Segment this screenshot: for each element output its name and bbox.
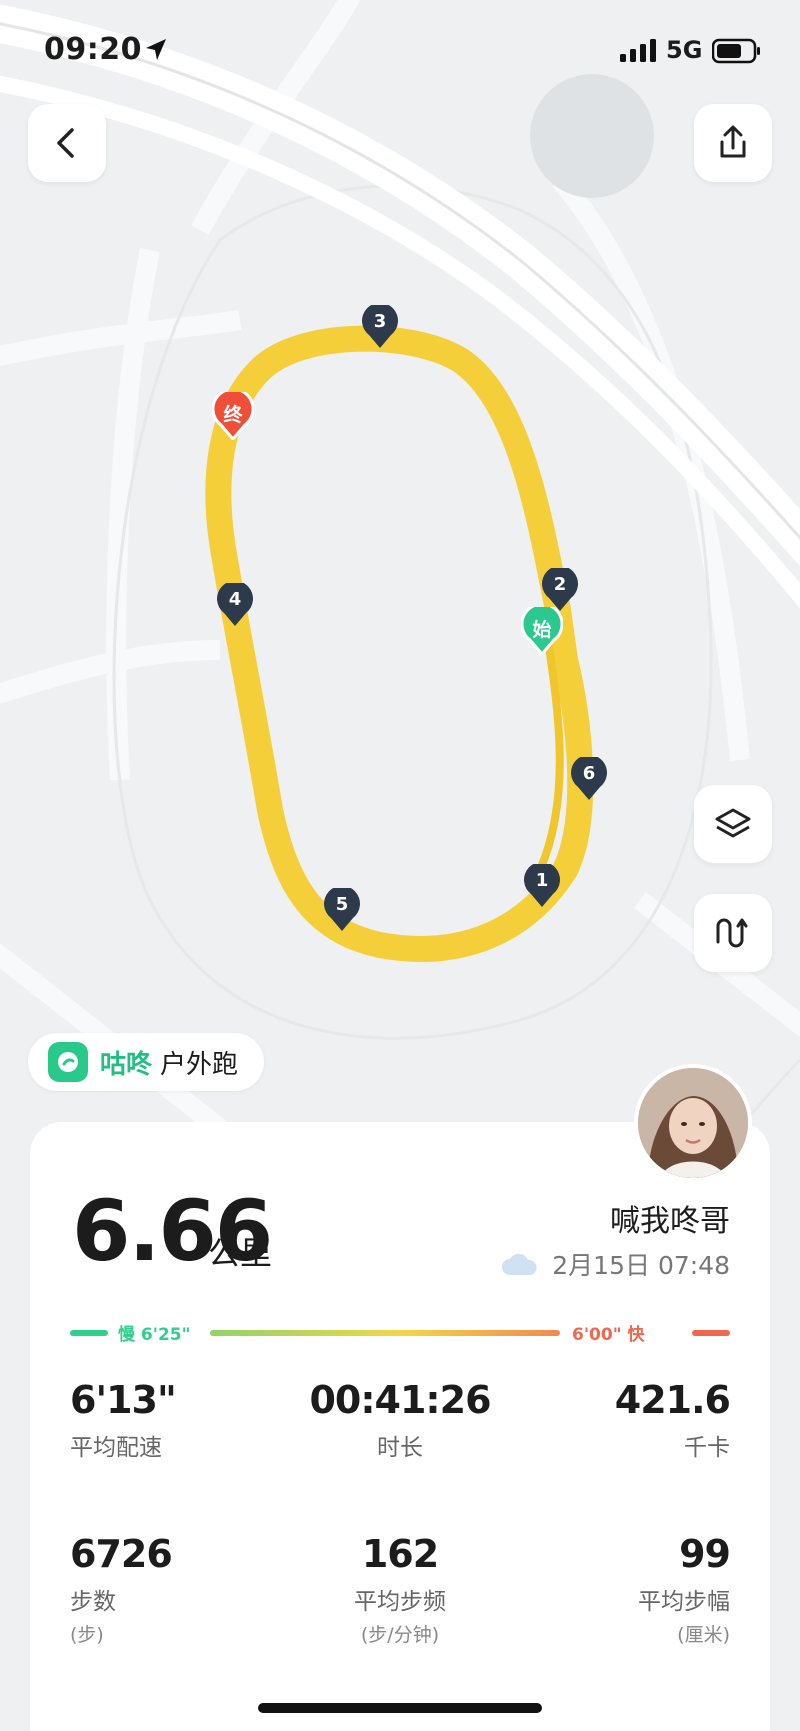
km-marker-4: 4 [216, 580, 254, 627]
signal-icon [620, 39, 656, 62]
stat-value: 00:41:26 [309, 1378, 491, 1422]
summary-card: 6.66 公里 喊我咚哥 2月15日 07:48 慢 6'25" 6'00" 快… [30, 1122, 770, 1731]
user-name[interactable]: 喊我咚哥 [610, 1196, 730, 1240]
activity-datetime: 2月15日 07:48 [500, 1246, 730, 1282]
network-type: 5G [666, 36, 703, 64]
brand-name: 咕咚 [100, 1049, 153, 1080]
status-bar: 09:20 5G [0, 28, 800, 76]
route-icon [716, 918, 748, 948]
codoon-logo-icon [48, 1042, 88, 1082]
pace-gradient [210, 1330, 560, 1336]
activity-type: 户外跑 [160, 1049, 239, 1080]
datetime-text: 2月15日 07:48 [552, 1251, 730, 1280]
stat-unit: (厘米) [677, 1624, 730, 1646]
pace-fast-label: 6'00" 快 [572, 1324, 645, 1345]
stat-label: 千卡 [684, 1435, 730, 1461]
stat-calories: 421.6 千卡 [510, 1378, 731, 1462]
end-marker: 终 [211, 387, 255, 442]
share-button[interactable] [694, 104, 772, 182]
stat-label: 平均步幅 [638, 1589, 730, 1615]
start-marker: 始 [520, 602, 564, 657]
pace-gradient-bar: 慢 6'25" 6'00" 快 [70, 1324, 730, 1345]
pace-slow-label: 慢 6'25" [118, 1324, 190, 1345]
stat-value: 99 [679, 1532, 731, 1576]
stat-value: 6'13" [70, 1378, 177, 1422]
stat-value: 162 [361, 1532, 439, 1576]
stat-unit: (步/分钟) [360, 1624, 440, 1646]
stat-label: 时长 [377, 1435, 423, 1461]
map-poi [530, 74, 654, 198]
km-marker-6: 6 [570, 754, 608, 801]
layers-button[interactable] [694, 785, 772, 863]
location-arrow-icon [146, 39, 166, 60]
chevron-left-icon [57, 128, 74, 158]
home-indicator[interactable] [258, 1703, 542, 1713]
stat-unit: (步) [70, 1624, 104, 1646]
avatar[interactable] [634, 1064, 752, 1182]
back-button[interactable] [28, 104, 106, 182]
km-marker-3: 3 [361, 302, 399, 349]
cloud-icon [502, 1253, 537, 1275]
avatar-photo [638, 1068, 748, 1178]
app-badge: 咕咚 户外跑 [28, 1033, 265, 1091]
layers-icon [715, 808, 751, 838]
stat-duration: 00:41:26 时长 [290, 1378, 510, 1462]
distance-unit: 公里 [208, 1234, 273, 1272]
status-time: 09:20 [44, 32, 142, 67]
km-marker-1: 1 [523, 861, 561, 908]
stat-label: 步数 [70, 1589, 116, 1615]
route-replay-button[interactable] [694, 894, 772, 972]
fast-color-segment [692, 1330, 730, 1336]
share-icon [720, 125, 746, 158]
km-marker-5: 5 [323, 885, 361, 932]
stat-avg-pace: 6'13" 平均配速 [70, 1378, 290, 1462]
km-marker-2: 2 [541, 565, 579, 612]
stat-cadence: 162 平均步频 (步/分钟) [290, 1532, 510, 1647]
slow-color-segment [70, 1330, 108, 1336]
stat-value: 6726 [70, 1532, 173, 1576]
stat-label: 平均步频 [354, 1589, 446, 1615]
stat-stride: 99 平均步幅 (厘米) [510, 1532, 731, 1647]
stat-label: 平均配速 [70, 1435, 162, 1461]
battery-icon [712, 38, 760, 64]
stat-steps: 6726 步数 (步) [70, 1532, 290, 1647]
stat-value: 421.6 [614, 1378, 731, 1422]
